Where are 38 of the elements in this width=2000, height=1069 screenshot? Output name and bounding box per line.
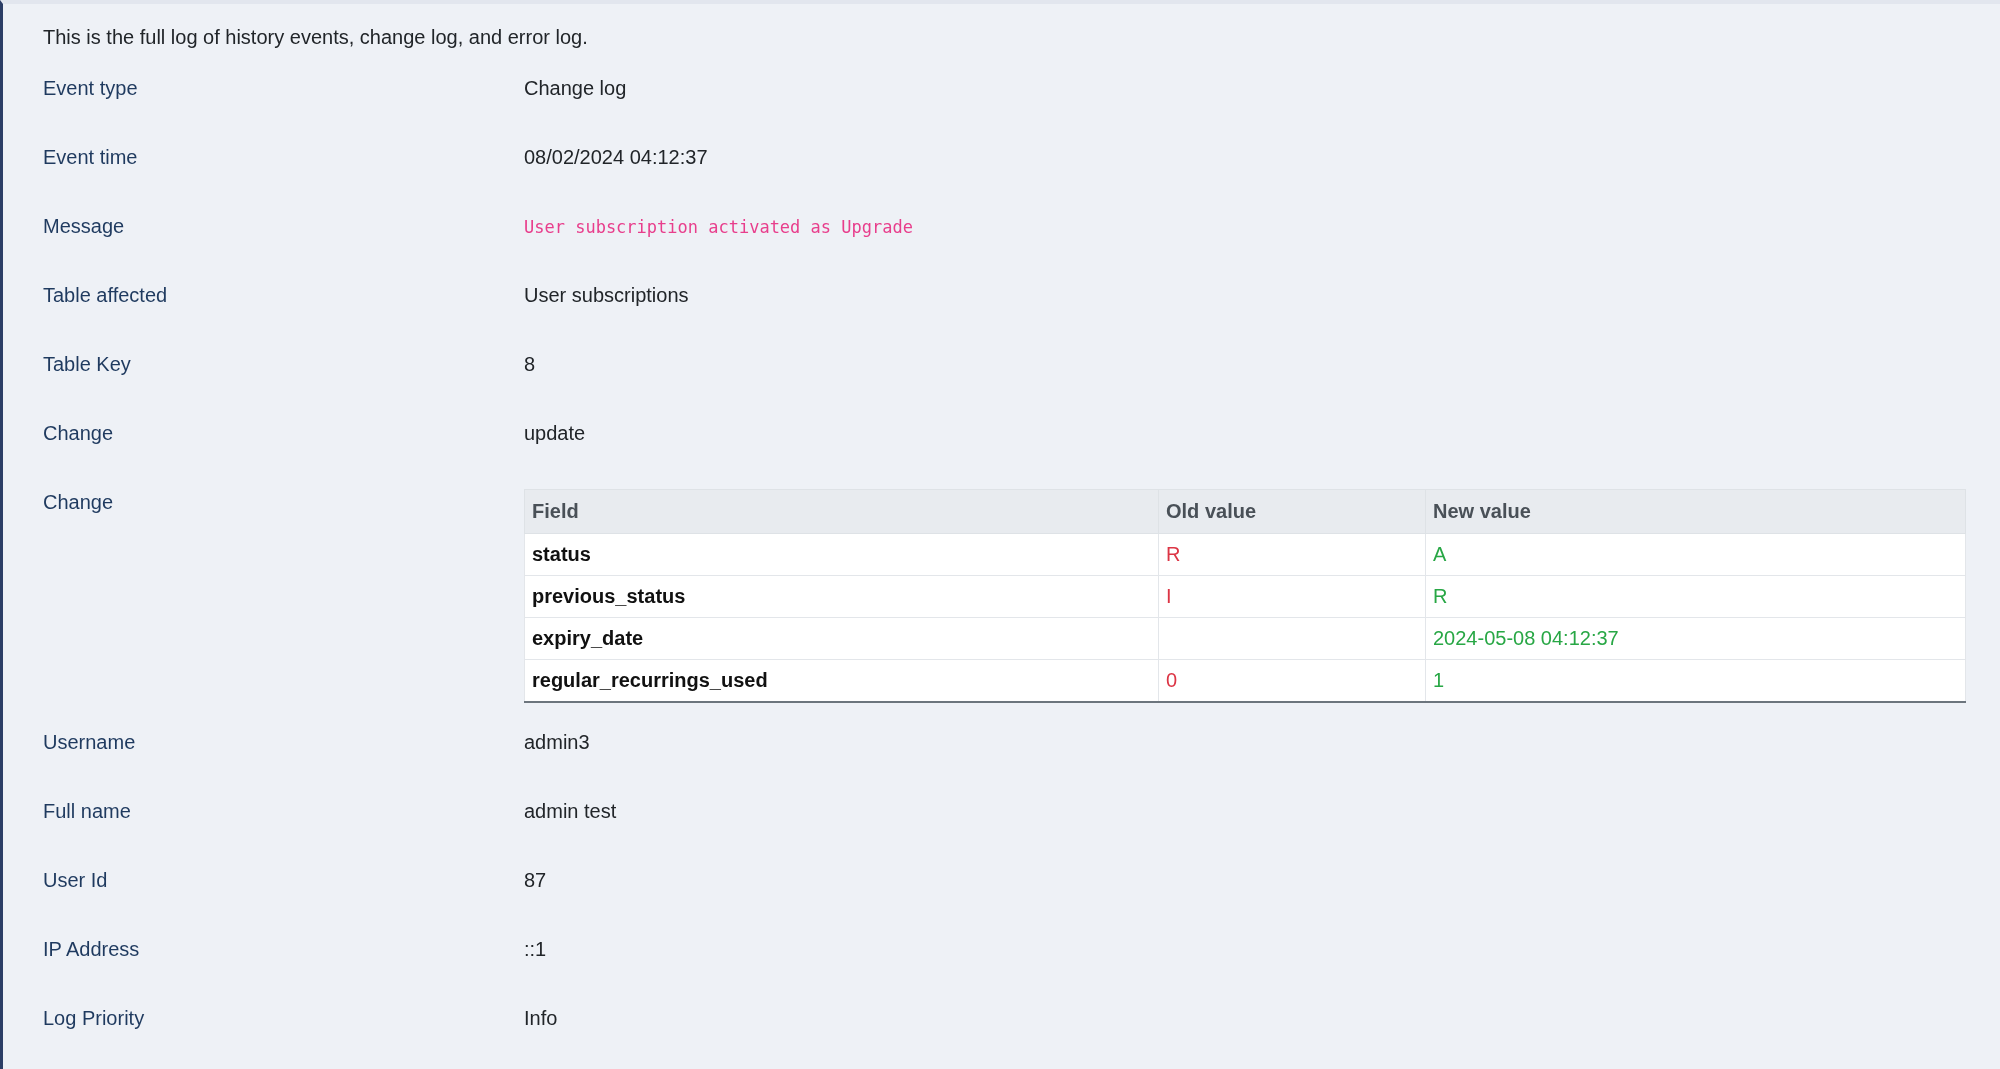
field-value: User subscriptions bbox=[524, 283, 690, 307]
field-label: Change bbox=[43, 421, 115, 445]
message-code: User subscription activated as Upgrade bbox=[524, 216, 914, 237]
column-header: Field bbox=[524, 489, 1159, 534]
table-cell: 1 bbox=[1425, 659, 1966, 702]
column-header: New value bbox=[1425, 489, 1966, 534]
column-header: Old value bbox=[1158, 489, 1426, 534]
field-value: 87 bbox=[524, 868, 548, 892]
table-cell: expiry_date bbox=[524, 617, 1159, 660]
field-label: IP Address bbox=[43, 937, 141, 961]
table-cell: I bbox=[1158, 575, 1426, 618]
field-value: Change log bbox=[524, 76, 628, 100]
field-value: admin3 bbox=[524, 730, 591, 754]
field-label: Change bbox=[43, 490, 115, 514]
field-label: Message bbox=[43, 214, 126, 238]
field-label: Event type bbox=[43, 76, 139, 100]
table-cell: regular_recurrings_used bbox=[524, 659, 1159, 702]
table-cell: 2024-05-08 04:12:37 bbox=[1425, 617, 1966, 660]
field-label: Table Key bbox=[43, 352, 132, 376]
table-cell: previous_status bbox=[524, 575, 1159, 618]
field-value: 8 bbox=[524, 352, 537, 376]
table-cell: R bbox=[1158, 533, 1426, 576]
field-value: 08/02/2024 04:12:37 bbox=[524, 145, 709, 169]
table-cell: status bbox=[524, 533, 1159, 576]
field-label: Full name bbox=[43, 799, 132, 823]
field-value: update bbox=[524, 421, 587, 445]
field-value: ::1 bbox=[524, 937, 548, 961]
field-label: Table affected bbox=[43, 283, 169, 307]
field-value: Info bbox=[524, 1006, 559, 1030]
field-label: Event time bbox=[43, 145, 139, 169]
table-cell: A bbox=[1425, 533, 1966, 576]
field-label: User Id bbox=[43, 868, 109, 892]
table-cell: R bbox=[1425, 575, 1966, 618]
table-cell: 0 bbox=[1158, 659, 1426, 702]
field-label: Username bbox=[43, 730, 137, 754]
field-label: Log Priority bbox=[43, 1006, 146, 1030]
field-value: admin test bbox=[524, 799, 618, 823]
intro-text: This is the full log of history events, change log, and error log. bbox=[43, 26, 589, 49]
